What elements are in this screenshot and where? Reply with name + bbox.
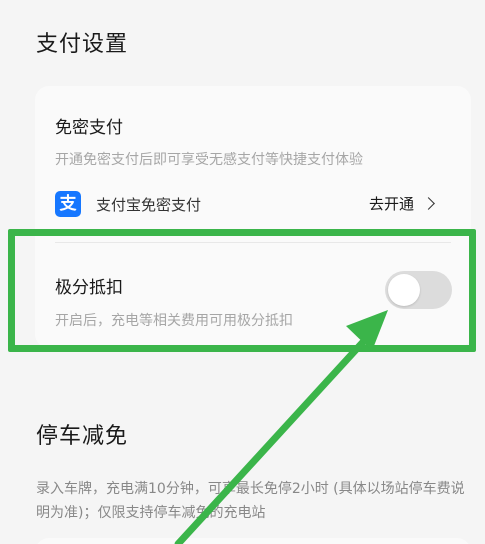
parking-section-title: 停车减免 [36,424,129,449]
alipay-open-button[interactable]: 去开通 [369,193,435,214]
parking-card [35,538,471,544]
chevron-right-icon [422,197,435,210]
credit-deduction-toggle[interactable] [385,271,452,309]
credit-deduction-description: 开启后，充电等相关费用可用极分抵扣 [55,313,293,329]
alipay-password-free-label: 支付宝免密支付 [96,196,202,214]
credit-deduction-title: 极分抵扣 [55,278,123,298]
settings-page: 支付设置 免密支付 开通免密支付后即可享受无感支付等快捷支付体验 支 支付宝免密… [0,0,485,544]
payment-settings-title: 支付设置 [36,32,129,57]
password-free-description: 开通免密支付后即可享受无感支付等快捷支付体验 [55,152,363,168]
open-label: 去开通 [369,195,415,213]
password-free-title: 免密支付 [55,118,123,138]
toggle-knob [388,274,420,306]
alipay-icon: 支 [55,191,81,217]
divider [55,242,451,243]
parking-description: 录入车牌，充电满10分钟，可享最长免停2小时 (具体以场站停车费说明为准)；仅限… [36,481,465,521]
